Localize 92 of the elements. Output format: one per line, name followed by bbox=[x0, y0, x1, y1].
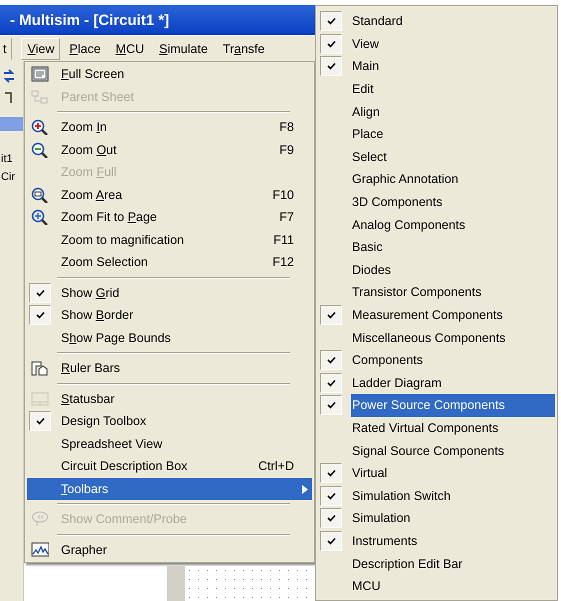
menu-item[interactable]: Statusbar bbox=[27, 388, 312, 410]
menu-item[interactable]: Measurement Components bbox=[351, 304, 555, 326]
menu-item[interactable]: Zoom to magnification F11 bbox=[27, 228, 312, 251]
checkbox[interactable] bbox=[320, 305, 342, 326]
checkbox[interactable] bbox=[29, 282, 51, 303]
menu-item[interactable]: Align bbox=[351, 100, 555, 123]
tree-label: Cir bbox=[0, 171, 16, 183]
menu-item[interactable]: Zoom Fit to Page F7 bbox=[27, 206, 312, 228]
menu-item[interactable]: t bbox=[0, 38, 12, 60]
menu-item[interactable]: Simulate bbox=[153, 38, 214, 60]
menu-item[interactable]: Main bbox=[351, 55, 555, 78]
ruler-icon bbox=[31, 360, 49, 376]
status-bar-icon bbox=[31, 390, 49, 407]
check-icon bbox=[36, 288, 44, 297]
check-icon bbox=[326, 378, 336, 387]
menu-item[interactable]: Analog Components bbox=[351, 213, 555, 236]
menu-item[interactable]: Select bbox=[351, 146, 555, 168]
menu-item[interactable]: Toolbars bbox=[27, 478, 312, 500]
tab-background bbox=[0, 117, 23, 131]
menu-item[interactable]: Transfe bbox=[216, 38, 271, 60]
menu-item[interactable]: Place bbox=[63, 38, 107, 60]
menu-item[interactable]: View bbox=[21, 38, 60, 60]
menu-item[interactable]: MCU bbox=[110, 38, 150, 60]
arrows-icon bbox=[2, 69, 16, 83]
check-icon bbox=[326, 356, 336, 364]
menu-item[interactable]: Show Grid bbox=[27, 282, 312, 304]
menu-item[interactable]: Description Edit Bar bbox=[351, 552, 555, 575]
checkbox[interactable] bbox=[320, 34, 342, 54]
check-icon bbox=[326, 401, 336, 410]
zoom-area-icon bbox=[31, 186, 49, 203]
checkbox[interactable] bbox=[320, 486, 342, 506]
menu-item[interactable]: Transistor Components bbox=[351, 281, 555, 304]
menu-item[interactable]: Standard bbox=[351, 10, 555, 33]
hierarchy-icon bbox=[31, 88, 49, 105]
menu-item[interactable]: Rated Virtual Components bbox=[351, 416, 555, 440]
menu-item[interactable]: Virtual bbox=[351, 462, 555, 484]
menu-item[interactable]: Diodes bbox=[351, 258, 555, 282]
menu-item[interactable]: Instruments bbox=[351, 530, 555, 552]
check-icon bbox=[36, 417, 44, 426]
menu-item[interactable]: Spreadsheet View bbox=[27, 432, 312, 455]
menu-item[interactable]: Place bbox=[351, 122, 555, 146]
zoom-fit-icon bbox=[31, 209, 49, 226]
menu-item[interactable]: Signal Source Components bbox=[351, 439, 555, 462]
menu-item[interactable]: 3D Components bbox=[351, 190, 555, 214]
menu-item[interactable]: Components bbox=[351, 348, 555, 372]
check-icon bbox=[326, 40, 336, 48]
menu-item[interactable]: Zoom Selection F12 bbox=[27, 251, 312, 274]
menu-item[interactable]: Show Page Bounds bbox=[27, 326, 312, 349]
menu-item[interactable]: Miscellaneous Components bbox=[351, 326, 555, 349]
check-icon bbox=[326, 17, 336, 26]
menu-item[interactable]: Zoom Out F9 bbox=[27, 138, 312, 161]
menu-item[interactable]: Ruler Bars bbox=[27, 357, 312, 380]
checkbox[interactable] bbox=[320, 395, 342, 416]
zoom-out-icon bbox=[31, 142, 49, 158]
menu-item[interactable]: Power Source Components bbox=[351, 394, 555, 417]
menu-item[interactable]: Ladder Diagram bbox=[351, 372, 555, 394]
menu-item[interactable]: MCU bbox=[351, 574, 555, 598]
checkbox[interactable] bbox=[29, 411, 51, 432]
menu-item[interactable]: Design Toolbox bbox=[27, 410, 312, 432]
zoom-in-icon bbox=[31, 119, 49, 136]
checkbox[interactable] bbox=[320, 350, 342, 370]
menu-item[interactable]: Edit bbox=[351, 78, 555, 100]
menu-item[interactable]: Simulation bbox=[351, 507, 555, 530]
full-screen-icon bbox=[31, 66, 49, 82]
menu-item[interactable]: Grapher bbox=[27, 538, 312, 561]
check-icon bbox=[326, 469, 336, 478]
checkbox[interactable] bbox=[320, 530, 342, 551]
menu-item[interactable]: Full Screen bbox=[27, 63, 312, 86]
checkbox[interactable] bbox=[320, 56, 342, 76]
check-icon bbox=[326, 311, 336, 320]
menu-item[interactable]: Show Border bbox=[27, 304, 312, 326]
checkbox[interactable] bbox=[320, 11, 342, 32]
menu-item[interactable]: Graphic Annotation bbox=[351, 168, 555, 191]
tree-label: it1 bbox=[0, 153, 14, 165]
menu-item[interactable]: Zoom In F8 bbox=[27, 116, 312, 138]
check-icon bbox=[36, 311, 44, 320]
comment-icon bbox=[31, 511, 49, 528]
check-icon bbox=[326, 492, 336, 500]
graph-icon bbox=[31, 542, 49, 558]
checkbox[interactable] bbox=[320, 372, 342, 393]
check-icon bbox=[326, 536, 336, 545]
window-title: - Multisim - [Circuit1 *] bbox=[0, 5, 315, 35]
check-icon bbox=[326, 62, 336, 70]
checkbox[interactable] bbox=[320, 508, 342, 528]
check-icon bbox=[326, 514, 336, 522]
menu-item[interactable]: Zoom Area F10 bbox=[27, 184, 312, 206]
menu-item[interactable]: View bbox=[351, 32, 555, 56]
menu-item[interactable]: Simulation Switch bbox=[351, 484, 555, 508]
checkbox[interactable] bbox=[29, 305, 51, 326]
checkbox[interactable] bbox=[320, 463, 342, 484]
menu-item[interactable]: Basic bbox=[351, 236, 555, 259]
menu-item[interactable]: Circuit Description Box Ctrl+D bbox=[27, 455, 312, 478]
